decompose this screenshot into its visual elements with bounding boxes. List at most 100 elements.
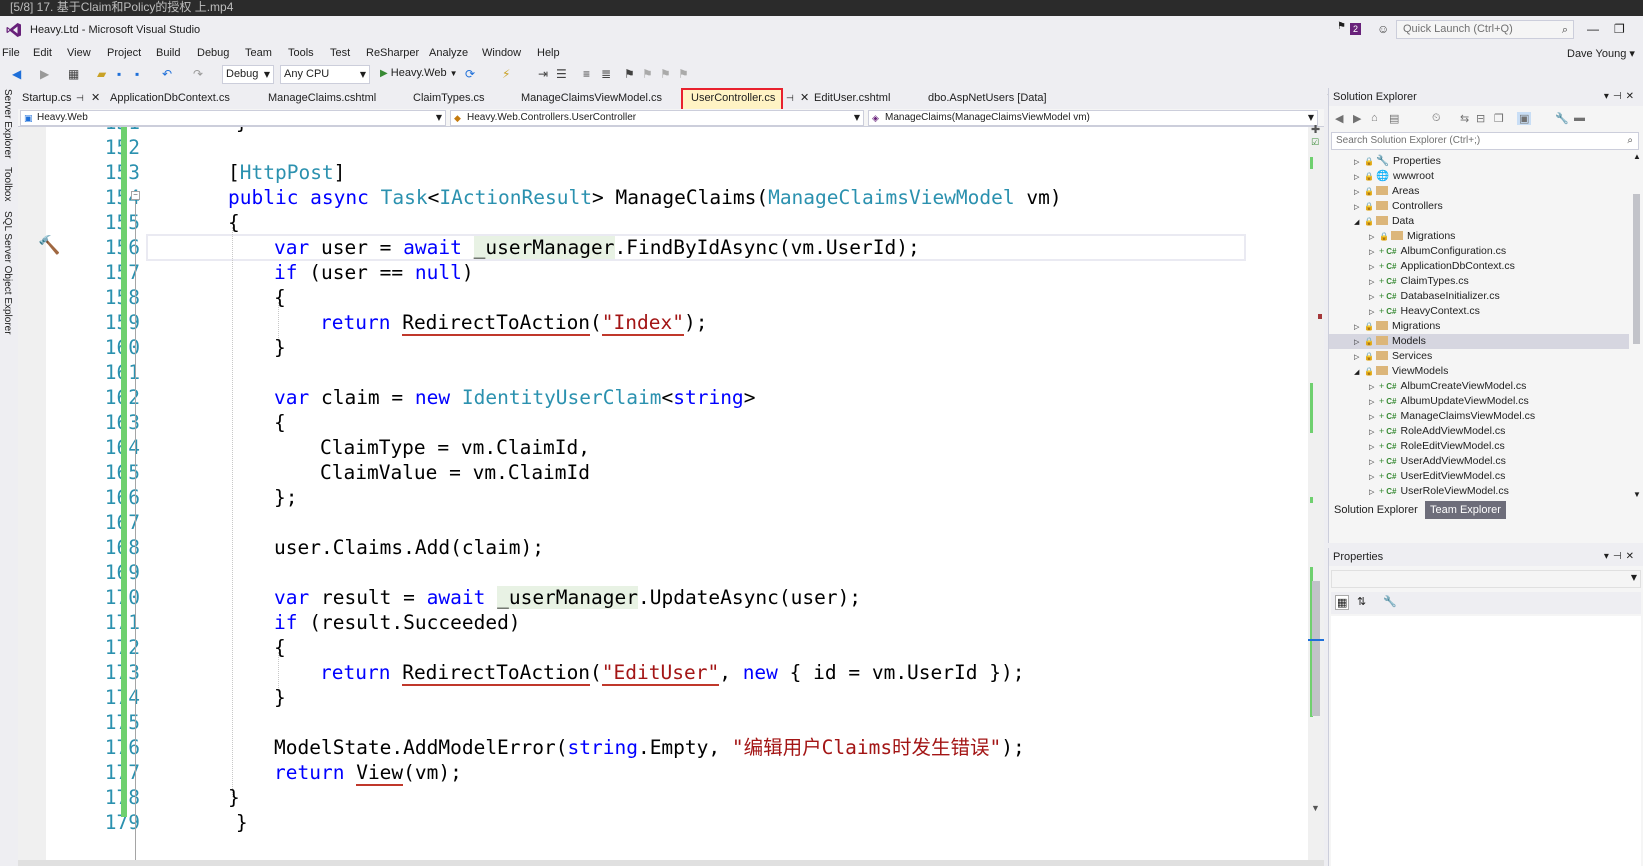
tree-item-models[interactable]: ▷ 🔒 Models (1354, 334, 1426, 349)
menu-project[interactable]: Project (107, 47, 141, 59)
forward-icon[interactable]: ▶ (1353, 112, 1361, 125)
tab-solution-explorer[interactable]: Solution Explorer (1329, 501, 1423, 519)
close-icon[interactable]: ✕ (800, 91, 809, 104)
expand-arrow-icon[interactable]: ▷ (1369, 425, 1379, 440)
tab-manageclaimsviewmodel-cs[interactable]: ManageClaimsViewModel.cs (517, 89, 662, 109)
scrollbar-thumb[interactable] (1312, 581, 1320, 716)
property-pages-wrench-icon[interactable]: 🔧 (1383, 595, 1397, 608)
tab-applicationdbcontext-cs[interactable]: ApplicationDbContext.cs (106, 89, 230, 109)
tab-edituser-cshtml[interactable]: EditUser.cshtml (810, 89, 890, 109)
expand-arrow-icon[interactable]: ▷ (1369, 470, 1379, 485)
bookmark-icon[interactable]: ⚑ (624, 67, 635, 81)
menu-file[interactable]: File (2, 47, 20, 59)
categorized-icon[interactable]: ▦ (1335, 595, 1350, 610)
close-icon[interactable]: ✕ (91, 91, 100, 104)
member-select[interactable]: ◈ ManageClaims(ManageClaimsViewModel vm) ▼ (868, 110, 1318, 126)
menu-debug[interactable]: Debug (197, 47, 229, 59)
project-select[interactable]: ▣ Heavy.Web ▼ (20, 110, 446, 126)
pin-icon[interactable]: ⊣ (1613, 551, 1626, 562)
expand-arrow-icon[interactable]: ▷ (1369, 440, 1379, 455)
sync-icon[interactable]: ⇆ (1460, 112, 1469, 125)
tree-item-manageclaimsviewmodel[interactable]: ▷ + C# ManageClaimsViewModel.cs (1369, 409, 1535, 424)
menu-help[interactable]: Help (537, 47, 560, 59)
minus-icon[interactable]: ▬ (1574, 112, 1585, 124)
tree-item-areas[interactable]: ▷ 🔒 Areas (1354, 184, 1419, 199)
menu-view[interactable]: View (67, 47, 91, 59)
expand-arrow-icon[interactable]: ▷ (1369, 410, 1379, 425)
switch-views-icon[interactable]: ▤ (1389, 112, 1399, 125)
prev-bookmark-icon[interactable]: ⚑ (642, 67, 653, 81)
feedback-icon[interactable]: ☺ (1377, 22, 1389, 36)
tree-item-claimtypes[interactable]: ▷ + C# ClaimTypes.cs (1369, 274, 1469, 289)
tree-item-roleeditviewmodel[interactable]: ▷ + C# RoleEditViewModel.cs (1369, 439, 1505, 454)
pending-changes-icon[interactable]: ⏲ (1432, 112, 1441, 125)
tree-item-migrations[interactable]: ▷ 🔒 Migrations (1354, 319, 1440, 334)
signed-in-user[interactable]: Dave Young ▾ (1567, 47, 1635, 60)
expand-arrow-icon[interactable]: ▷ (1369, 395, 1379, 410)
step-icon[interactable]: ⇥ (538, 67, 548, 81)
expand-arrow-icon[interactable]: ▷ (1369, 275, 1379, 290)
back-icon[interactable]: ◀ (1335, 112, 1343, 125)
sql-server-object-explorer-tab[interactable]: SQL Server Object Explorer (0, 211, 14, 335)
pin-icon[interactable]: ⊣ (1613, 91, 1626, 102)
close-icon[interactable]: ✕ (1626, 551, 1638, 562)
collapse-arrow-icon[interactable]: ◢ (1354, 365, 1364, 380)
solution-explorer-scrollbar[interactable]: ▲ ▼ (1631, 152, 1643, 512)
tree-item-viewmodels[interactable]: ◢ 🔒 ViewModels (1354, 364, 1448, 379)
editor-horizontal-scrollbar[interactable] (18, 860, 1324, 866)
scroll-up-icon[interactable]: ▲ (1633, 152, 1641, 161)
tree-item-applicationdbcontext[interactable]: ▷ + C# ApplicationDbContext.cs (1369, 259, 1515, 274)
tab-team-explorer[interactable]: Team Explorer (1425, 501, 1506, 519)
tree-item-roleaddviewmodel[interactable]: ▷ + C# RoleAddViewModel.cs (1369, 424, 1505, 439)
home-icon[interactable]: ⌂ (1371, 112, 1378, 124)
solution-explorer-search[interactable]: Search Solution Explorer (Ctrl+;) ⌕ (1331, 132, 1639, 150)
scroll-down-icon[interactable]: ▼ (1311, 803, 1320, 813)
chevron-down-icon[interactable]: ▾ (1604, 91, 1613, 102)
expand-arrow-icon[interactable]: ▷ (1354, 320, 1364, 335)
menu-test[interactable]: Test (330, 47, 350, 59)
tree-item-usereditviewmodel[interactable]: ▷ + C# UserEditViewModel.cs (1369, 469, 1505, 484)
tree-item-albumupdateviewmodel[interactable]: ▷ + C# AlbumUpdateViewModel.cs (1369, 394, 1529, 409)
expand-arrow-icon[interactable]: ▷ (1354, 335, 1364, 350)
save-icon[interactable]: ▪ (117, 67, 121, 81)
outdent-icon[interactable]: ≣ (601, 67, 611, 81)
close-icon[interactable]: ✕ (1626, 91, 1638, 102)
server-explorer-tab[interactable]: Server Explorer (0, 89, 14, 158)
tab-claimtypes-cs[interactable]: ClaimTypes.cs (409, 89, 485, 109)
expand-arrow-icon[interactable]: ▷ (1369, 245, 1379, 260)
code-text-area[interactable]: } [HttpPost] public async Task<IActionRe… (142, 127, 1308, 866)
code-editor[interactable]: 🔨 151 152 153 154 155 156 157 158 159 16… (18, 127, 1308, 866)
preview-selected-icon[interactable]: ▣ (1517, 112, 1532, 125)
tree-item-heavycontext[interactable]: ▷ + C# HeavyContext.cs (1369, 304, 1480, 319)
start-debugging-button[interactable]: ▶ Heavy.Web ▼ (380, 67, 458, 79)
tree-item-data[interactable]: ◢ 🔒 Data (1354, 214, 1414, 229)
menu-analyze[interactable]: Analyze (429, 47, 468, 59)
solution-platform-select[interactable]: Any CPU ▼ (280, 65, 370, 84)
menu-window[interactable]: Window (482, 47, 521, 59)
tree-item-albumcreateviewmodel[interactable]: ▷ + C# AlbumCreateViewModel.cs (1369, 379, 1526, 394)
expand-arrow-icon[interactable]: ▷ (1354, 350, 1364, 365)
chevron-down-icon[interactable]: ▾ (1604, 551, 1613, 562)
solution-configuration-select[interactable]: Debug ▼ (222, 65, 274, 84)
properties-wrench-icon[interactable]: 🔧 (1555, 112, 1569, 125)
tab-manageclaims-cshtml[interactable]: ManageClaims.cshtml (264, 89, 376, 109)
open-file-icon[interactable]: ▰ (97, 67, 106, 81)
tree-item-albumconfiguration[interactable]: ▷ + C# AlbumConfiguration.cs (1369, 244, 1506, 259)
quick-launch-input[interactable]: Quick Launch (Ctrl+Q) ⌕ (1396, 20, 1574, 39)
expand-arrow-icon[interactable]: ▷ (1354, 170, 1364, 185)
tree-item-data-migrations[interactable]: ▷ 🔒 Migrations (1369, 229, 1455, 244)
scrollbar-thumb[interactable] (1633, 194, 1640, 344)
expand-arrow-icon[interactable]: ▷ (1369, 260, 1379, 275)
redo-icon[interactable]: ↷ (193, 67, 203, 81)
menu-edit[interactable]: Edit (33, 47, 52, 59)
forward-icon[interactable]: ▶ (40, 67, 49, 81)
minimize-button[interactable]: — (1587, 22, 1599, 36)
expand-arrow-icon[interactable]: ▷ (1369, 485, 1379, 500)
expand-arrow-icon[interactable]: ▷ (1354, 155, 1364, 170)
tree-item-controllers[interactable]: ▷ 🔒 Controllers (1354, 199, 1443, 214)
properties-object-select[interactable]: ▼ (1331, 570, 1641, 588)
tree-item-properties[interactable]: ▷ 🔒 🔧 Properties (1354, 154, 1441, 169)
new-project-icon[interactable]: ▦ (68, 67, 79, 81)
type-select[interactable]: ◆ Heavy.Web.Controllers.UserController ▼ (450, 110, 864, 126)
expand-arrow-icon[interactable]: ▷ (1369, 305, 1379, 320)
